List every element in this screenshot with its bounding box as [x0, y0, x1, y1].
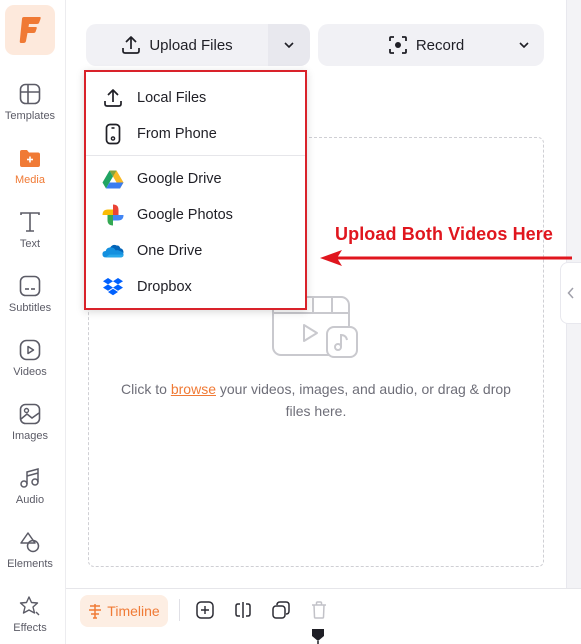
menu-item-google-drive[interactable]: Google Drive: [86, 161, 305, 197]
upload-files-label: Upload Files: [149, 36, 233, 54]
app: Templates Media Text Subtitles Videos Im…: [0, 0, 581, 644]
sidebar-item-audio[interactable]: Audio: [0, 466, 60, 506]
menu-item-google-photos[interactable]: Google Photos: [86, 197, 305, 233]
timeline-button[interactable]: Timeline: [80, 595, 168, 627]
onedrive-icon: [102, 240, 124, 262]
dropbox-icon: [102, 276, 124, 298]
sidebar-item-label: Videos: [13, 366, 47, 378]
upload-options-dropdown[interactable]: [268, 24, 310, 66]
menu-item-from-phone[interactable]: From Phone: [86, 116, 305, 152]
sidebar-item-images[interactable]: Images: [0, 402, 60, 442]
split-button[interactable]: [232, 599, 254, 621]
google-drive-icon: [102, 168, 124, 190]
record-main[interactable]: Record: [318, 35, 504, 55]
sidebar-item-videos[interactable]: Videos: [0, 338, 60, 378]
collapse-panel-button[interactable]: [560, 262, 581, 324]
browse-link[interactable]: browse: [171, 381, 216, 397]
delete-button[interactable]: [308, 599, 330, 621]
record-icon: [388, 36, 407, 54]
templates-icon: [18, 82, 42, 106]
sidebar-item-label: Effects: [13, 622, 47, 634]
menu-item-onedrive[interactable]: One Drive: [86, 233, 305, 269]
trash-icon: [312, 601, 326, 619]
menu-item-label: From Phone: [137, 126, 217, 142]
sidebar-item-label: Elements: [7, 558, 53, 570]
sidebar-item-subtitles[interactable]: Subtitles: [0, 274, 60, 314]
split-icon: [235, 602, 251, 618]
sidebar: Templates Media Text Subtitles Videos Im…: [0, 0, 66, 644]
shapes-icon: [18, 530, 42, 554]
music-note-icon: [18, 466, 42, 490]
sidebar-item-label: Templates: [4, 110, 56, 122]
image-icon: [18, 402, 42, 426]
upload-icon: [122, 36, 141, 54]
sidebar-item-label: Text: [19, 238, 41, 250]
annotation-arrow-icon: [320, 250, 572, 266]
video-play-icon: [18, 338, 42, 362]
menu-item-label: Google Photos: [137, 207, 233, 223]
subtitles-icon: [18, 274, 42, 298]
sidebar-item-text[interactable]: Text: [0, 210, 60, 250]
star-effects-icon: [18, 594, 42, 618]
chevron-left-icon: [567, 287, 574, 299]
chevron-down-icon: [519, 42, 529, 48]
menu-item-label: Local Files: [137, 90, 207, 106]
add-clip-button[interactable]: [194, 599, 216, 621]
sidebar-item-effects[interactable]: Effects: [0, 594, 60, 634]
sidebar-item-templates[interactable]: Templates: [0, 82, 60, 122]
text-icon: [18, 210, 42, 234]
google-photos-icon: [102, 204, 124, 226]
sidebar-item-media[interactable]: Media: [0, 146, 60, 186]
media-folder-icon: [18, 146, 42, 170]
timeline-icon: [89, 604, 102, 619]
sidebar-item-label: Images: [11, 430, 49, 442]
upload-files-button-group: Upload Files: [86, 24, 310, 66]
drop-zone-instructions: Click to browse your videos, images, and…: [110, 378, 522, 422]
timeline-label: Timeline: [107, 603, 160, 619]
menu-item-label: One Drive: [137, 243, 203, 259]
menu-item-dropbox[interactable]: Dropbox: [86, 269, 305, 305]
toolbar-divider: [179, 599, 180, 621]
menu-divider: [86, 155, 305, 156]
duplicate-button[interactable]: [270, 599, 292, 621]
drop-text-suffix: your videos, images, and audio, or drag …: [215, 381, 511, 419]
sidebar-item-label: Audio: [15, 494, 45, 506]
upload-source-menu: Local Files From Phone Google Drive Goog…: [84, 70, 307, 310]
duplicate-icon: [272, 601, 290, 619]
bottom-toolbar: Timeline: [66, 588, 581, 644]
chevron-down-icon: [284, 42, 294, 48]
menu-item-label: Google Drive: [137, 171, 222, 187]
annotation-label: Upload Both Videos Here: [335, 224, 554, 244]
menu-item-local-files[interactable]: Local Files: [86, 80, 305, 116]
menu-item-label: Dropbox: [137, 279, 192, 295]
upload-icon: [102, 87, 124, 109]
record-button[interactable]: Record: [318, 24, 544, 66]
add-square-icon: [196, 601, 214, 619]
playhead-icon[interactable]: [311, 629, 325, 644]
record-label: Record: [415, 36, 465, 54]
sidebar-item-elements[interactable]: Elements: [0, 530, 60, 570]
phone-icon: [102, 123, 124, 145]
logo-f-icon: [19, 17, 41, 43]
app-logo[interactable]: [5, 5, 55, 55]
upload-files-button[interactable]: Upload Files: [86, 24, 268, 66]
drop-text-prefix: Click to: [121, 381, 171, 397]
record-options-dropdown[interactable]: [504, 42, 544, 48]
sidebar-item-label: Media: [15, 174, 45, 186]
sidebar-item-label: Subtitles: [8, 302, 52, 314]
